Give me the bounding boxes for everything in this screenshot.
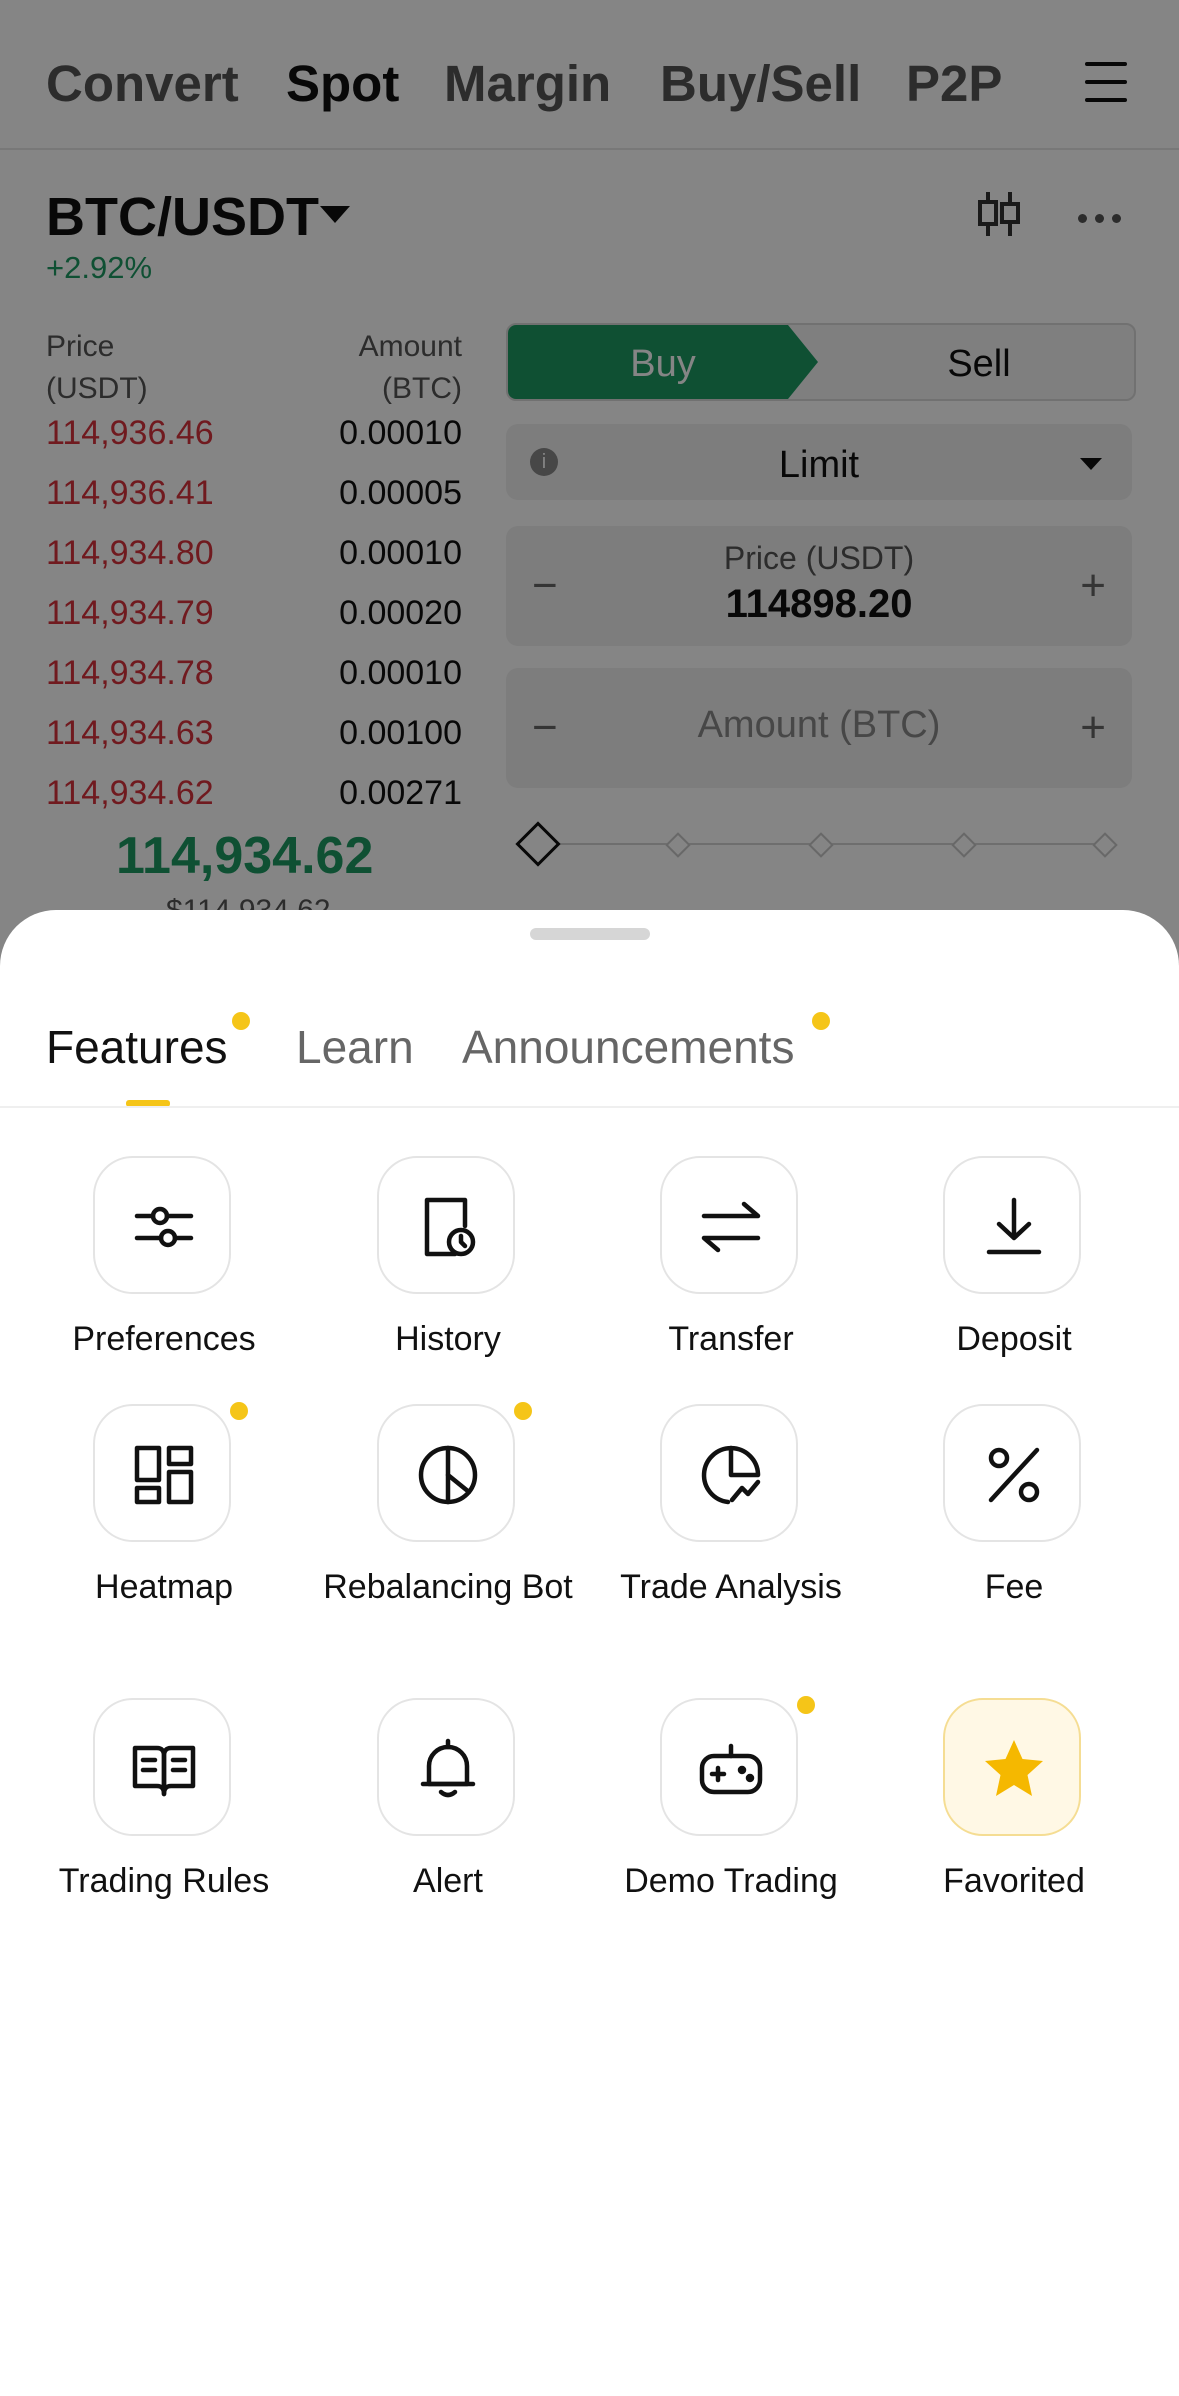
sheet-drag-handle[interactable] [530, 928, 650, 940]
feature-label: Rebalancing Bot [323, 1568, 573, 1606]
notification-dot [514, 1402, 532, 1420]
feature-trade-analysis[interactable]: Trade Analysis [589, 1404, 873, 1664]
feature-label: Favorited [943, 1862, 1085, 1900]
feature-trading-rules[interactable]: Trading Rules [22, 1698, 306, 1958]
feature-label: Fee [984, 1568, 1044, 1606]
transfer-icon [701, 1201, 761, 1253]
sliders-icon [134, 1206, 194, 1248]
trade-analysis-icon [701, 1445, 761, 1505]
feature-preferences[interactable]: Preferences [22, 1156, 306, 1416]
feature-rebalancing-bot[interactable]: Rebalancing Bot [306, 1402, 590, 1664]
feature-transfer[interactable]: Transfer [589, 1156, 873, 1416]
heatmap-icon [134, 1445, 194, 1505]
notification-dot [812, 1012, 830, 1030]
notification-dot [230, 1402, 248, 1420]
feature-label: Demo Trading [624, 1862, 838, 1900]
feature-label: Trading Rules [58, 1862, 270, 1900]
notification-dot [797, 1696, 815, 1714]
percent-icon [988, 1447, 1040, 1503]
feature-alert[interactable]: Alert [306, 1698, 590, 1958]
gamepad-icon [699, 1743, 763, 1795]
feature-deposit[interactable]: Deposit [872, 1156, 1156, 1416]
bell-icon [420, 1738, 476, 1798]
feature-label: History [395, 1320, 501, 1358]
star-icon [985, 1740, 1043, 1796]
history-icon [424, 1197, 476, 1257]
feature-label: Heatmap [95, 1568, 233, 1606]
divider [0, 1106, 1179, 1108]
feature-history[interactable]: History [306, 1156, 590, 1416]
feature-favorited[interactable]: Favorited [872, 1698, 1156, 1958]
feature-label: Transfer [668, 1320, 794, 1358]
notification-dot [232, 1012, 250, 1030]
feature-label: Deposit [956, 1320, 1072, 1358]
deposit-icon [986, 1197, 1042, 1255]
feature-heatmap[interactable]: Heatmap [22, 1402, 306, 1664]
feature-label: Preferences [72, 1320, 256, 1358]
book-icon [132, 1745, 196, 1797]
feature-fee[interactable]: Fee [872, 1404, 1156, 1664]
feature-label: Trade Analysis [620, 1568, 842, 1606]
feature-demo-trading[interactable]: Demo Trading [589, 1696, 873, 1958]
sheet-tab-announcements[interactable]: Announcements [462, 1020, 794, 1074]
sheet-tab-features[interactable]: Features [46, 1020, 228, 1074]
pie-chart-icon [418, 1445, 478, 1505]
features-bottom-sheet: Features Learn Announcements Preferences… [0, 910, 1179, 2396]
sheet-tab-learn[interactable]: Learn [296, 1020, 414, 1074]
feature-label: Alert [413, 1862, 483, 1900]
